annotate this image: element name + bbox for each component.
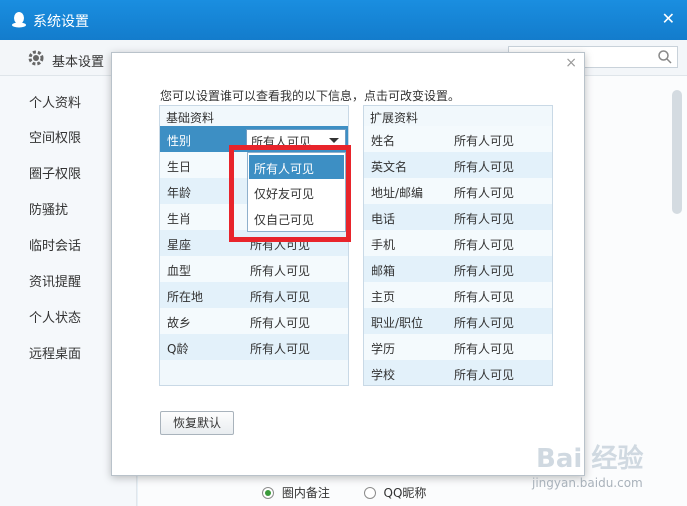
row-key: 星座 (167, 238, 192, 252)
gear-icon (28, 50, 44, 66)
row-key: 英文名 (371, 160, 408, 174)
title-bar: 系统设置 ✕ (0, 0, 687, 40)
table-row[interactable]: Q龄 所有人可见 (160, 334, 348, 360)
row-key: 地址/邮编 (371, 186, 424, 200)
row-key: 邮箱 (371, 264, 396, 278)
privacy-dialog: × 您可以设置谁可以查看我的以下信息，点击可改变设置。 基础资料 性别 所有人可… (111, 52, 585, 476)
row-key: 学历 (371, 342, 396, 356)
qq-penguin-icon (12, 12, 26, 28)
sidebar-item-news[interactable]: 资讯提醒 (29, 271, 81, 290)
table-row[interactable]: 学历 所有人可见 (364, 334, 552, 360)
annotation-highlight-box (229, 145, 351, 242)
watermark-brand: Bai 经验 (536, 444, 644, 474)
restore-default-button[interactable]: 恢复默认 (160, 411, 234, 435)
row-key: 生日 (167, 160, 192, 174)
row-value: 所有人可见 (250, 290, 311, 304)
row-key: 电话 (371, 212, 396, 226)
table-row[interactable]: 所在地 所有人可见 (160, 282, 348, 308)
row-value: 所有人可见 (454, 264, 515, 278)
sidebar-item-space[interactable]: 空间权限 (29, 127, 81, 146)
row-value: 所有人可见 (454, 316, 515, 330)
sidebar-item-status[interactable]: 个人状态 (29, 307, 81, 326)
sidebar-item-circle[interactable]: 圈子权限 (29, 163, 81, 182)
row-value: 所有人可见 (454, 290, 515, 304)
row-value: 所有人可见 (250, 264, 311, 278)
radio-label-remark[interactable]: 圈内备注 (282, 486, 330, 500)
table-row[interactable]: 地址/邮编 所有人可见 (364, 178, 552, 204)
remark-radio-group: 圈内备注 QQ昵称 (262, 484, 426, 501)
extended-info-header: 扩展资料 (370, 111, 419, 125)
table-row[interactable]: 职业/职位 所有人可见 (364, 308, 552, 334)
row-value: 所有人可见 (250, 316, 311, 330)
table-row[interactable]: 姓名 所有人可见 (364, 126, 552, 152)
row-value: 所有人可见 (250, 342, 311, 356)
sidebar-item-remote[interactable]: 远程桌面 (29, 343, 81, 362)
chevron-down-icon[interactable] (329, 138, 339, 143)
window-close-button[interactable]: ✕ (662, 10, 675, 28)
row-key: 血型 (167, 264, 192, 278)
row-value: 所有人可见 (454, 238, 515, 252)
row-key: Q龄 (167, 342, 189, 356)
basic-info-header: 基础资料 (166, 111, 215, 125)
radio-label-nickname[interactable]: QQ昵称 (384, 486, 427, 500)
section-label: 基本设置 (52, 55, 105, 70)
dialog-hint: 您可以设置谁可以查看我的以下信息，点击可改变设置。 (160, 89, 461, 103)
row-key: 所在地 (167, 290, 204, 304)
table-row[interactable]: 血型 所有人可见 (160, 256, 348, 282)
row-key: 学校 (371, 368, 396, 382)
extended-info-panel: 扩展资料 姓名 所有人可见 英文名 所有人可见 地址/邮编 所有人可见 电话 所有人可见… (363, 105, 553, 386)
table-row[interactable]: 邮箱 所有人可见 (364, 256, 552, 282)
search-icon[interactable] (657, 49, 673, 65)
row-value: 所有人可见 (454, 160, 515, 174)
table-row[interactable]: 故乡 所有人可见 (160, 308, 348, 334)
table-row[interactable]: 学校 所有人可见 (364, 360, 552, 385)
row-key: 职业/职位 (371, 316, 424, 330)
row-key: 主页 (371, 290, 396, 304)
sidebar-item-profile[interactable]: 个人资料 (29, 92, 81, 111)
baidu-watermark: Bai 经验 jingyan.baidu.com (528, 438, 682, 502)
row-value: 所有人可见 (454, 368, 515, 382)
row-key: 生肖 (167, 212, 192, 226)
row-key: 故乡 (167, 316, 192, 330)
radio-qq-nickname[interactable] (363, 487, 376, 499)
watermark-url: jingyan.baidu.com (532, 476, 643, 490)
row-key: 姓名 (371, 134, 396, 148)
row-key: 性别 (167, 134, 192, 148)
row-key: 年龄 (167, 186, 192, 200)
table-row[interactable]: 英文名 所有人可见 (364, 152, 552, 178)
sidebar-item-temp-chat[interactable]: 临时会话 (29, 235, 81, 254)
table-row[interactable]: 电话 所有人可见 (364, 204, 552, 230)
row-value: 所有人可见 (454, 342, 515, 356)
sidebar-item-anti-harass[interactable]: 防骚扰 (29, 199, 68, 218)
radio-circle-remark[interactable] (262, 487, 274, 499)
row-value: 所有人可见 (454, 134, 515, 148)
window-title: 系统设置 (33, 14, 89, 30)
row-key: 手机 (371, 238, 396, 252)
row-value: 所有人可见 (454, 212, 515, 226)
table-row[interactable]: 主页 所有人可见 (364, 282, 552, 308)
scrollbar[interactable] (672, 90, 682, 214)
dialog-close-button[interactable]: × (565, 55, 577, 71)
table-row[interactable]: 手机 所有人可见 (364, 230, 552, 256)
row-value: 所有人可见 (454, 186, 515, 200)
